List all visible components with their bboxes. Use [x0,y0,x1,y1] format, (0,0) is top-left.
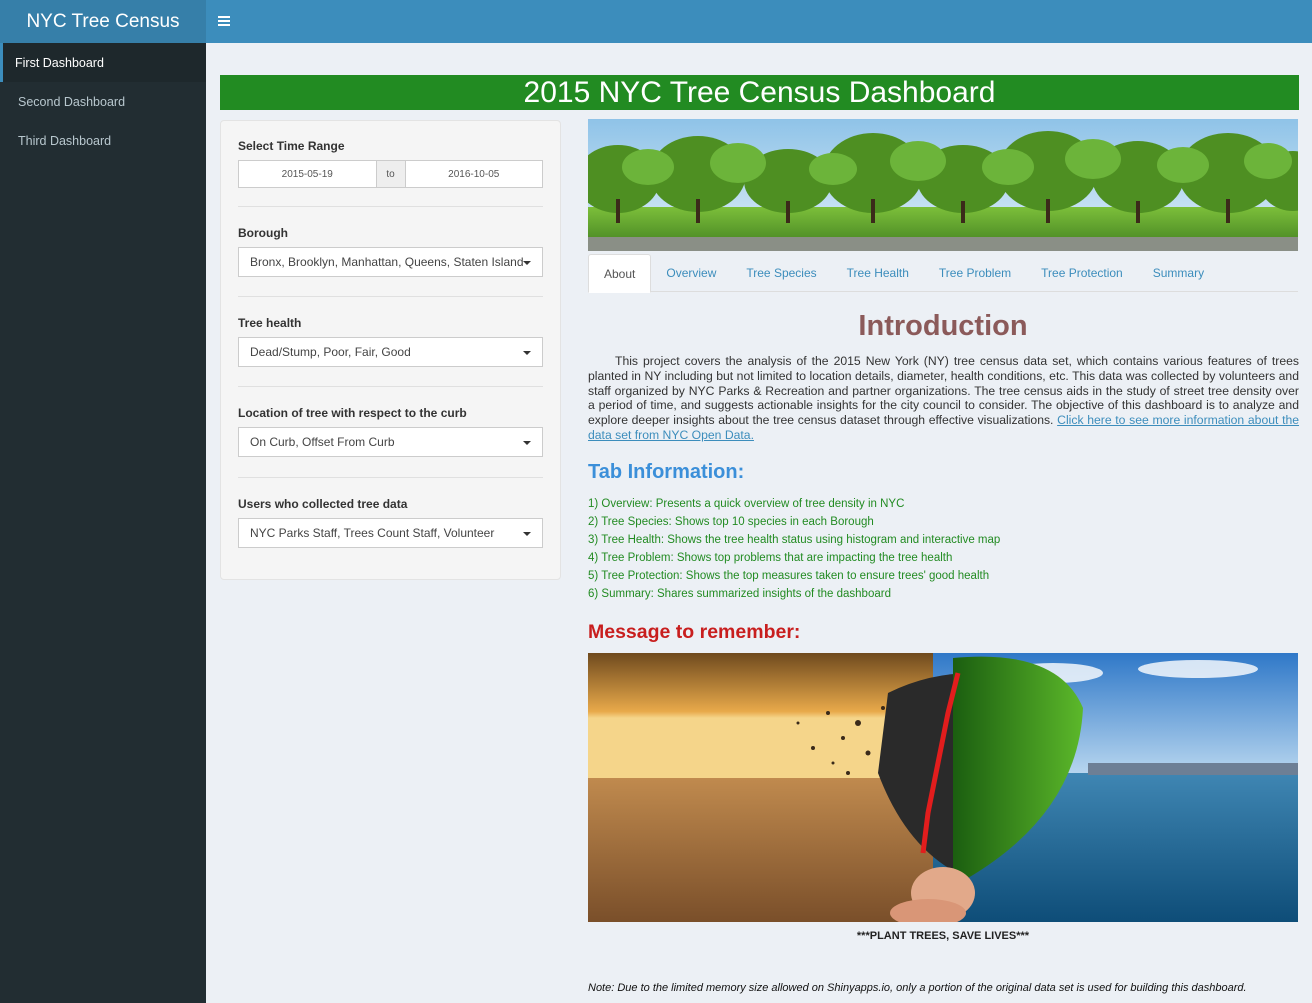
sidebar-item-label: Second Dashboard [18,94,126,109]
borough-select[interactable]: Bronx, Brooklyn, Manhattan, Queens, Stat… [238,247,543,277]
introduction-heading: Introduction [858,310,1028,342]
leaf-environment-image [588,653,1298,922]
date-range-input: 2015-05-19 to 2016-10-05 [238,160,543,188]
date-range-separator: to [375,161,406,187]
leaf-environment-graphic [588,653,1298,922]
list-item: 1) Overview: Presents a quick overview o… [588,498,905,510]
tab-tree-health[interactable]: Tree Health [832,254,924,292]
tab-overview[interactable]: Overview [651,254,731,292]
tab-bar: About Overview Tree Species Tree Health … [588,254,1298,293]
list-item: 3) Tree Health: Shows the tree health st… [588,534,1001,546]
curb-location-select[interactable]: On Curb, Offset From Curb [238,427,543,457]
list-item: 2) Tree Species: Shows top 10 species in… [588,516,874,528]
list-item: 6) Summary: Shares summarized insights o… [588,588,891,600]
data-note: Note: Due to the limited memory size all… [588,982,1247,994]
chevron-down-icon [523,532,531,536]
message-heading: Message to remember: [588,621,801,643]
chevron-down-icon [523,441,531,445]
divider [238,386,543,387]
tab-tree-problem[interactable]: Tree Problem [924,254,1026,292]
sidebar: First Dashboard Second Dashboard Third D… [0,43,206,1003]
end-date-input[interactable]: 2016-10-05 [405,161,542,187]
tab-information-list: 1) Overview: Presents a quick overview o… [588,495,1000,603]
users-select[interactable]: NYC Parks Staff, Trees Count Staff, Volu… [238,518,543,548]
page-title: 2015 NYC Tree Census Dashboard [220,75,1299,110]
list-item: 5) Tree Protection: Shows the top measur… [588,570,990,582]
users-label: Users who collected tree data [238,497,408,511]
curb-location-select-value: On Curb, Offset From Curb [250,435,395,449]
tab-tree-species[interactable]: Tree Species [731,254,831,292]
sidebar-item-label: First Dashboard [15,55,104,70]
trees-banner-image [588,119,1298,251]
introduction-paragraph: This project covers the analysis of the … [588,354,1299,443]
divider [238,477,543,478]
chevron-down-icon [523,261,531,265]
trees-banner-graphic [588,119,1298,251]
chevron-down-icon [523,351,531,355]
time-range-label: Select Time Range [238,139,345,153]
borough-select-value: Bronx, Brooklyn, Manhattan, Queens, Stat… [250,255,524,269]
borough-label: Borough [238,226,288,240]
tree-health-label: Tree health [238,316,302,330]
tree-health-select-value: Dead/Stump, Poor, Fair, Good [250,345,411,359]
sidebar-item-second-dashboard[interactable]: Second Dashboard [0,82,206,121]
tab-summary[interactable]: Summary [1138,254,1219,292]
sidebar-item-third-dashboard[interactable]: Third Dashboard [0,121,206,160]
top-navbar: NYC Tree Census [0,0,1312,43]
hamburger-icon[interactable] [218,12,232,30]
plant-trees-caption: ***PLANT TREES, SAVE LIVES*** [856,930,1030,942]
app-logo[interactable]: NYC Tree Census [0,0,206,43]
sidebar-item-first-dashboard[interactable]: First Dashboard [0,43,206,82]
divider [238,206,543,207]
curb-location-label: Location of tree with respect to the cur… [238,406,467,420]
tree-health-select[interactable]: Dead/Stump, Poor, Fair, Good [238,337,543,367]
sidebar-item-label: Third Dashboard [18,133,112,148]
users-select-value: NYC Parks Staff, Trees Count Staff, Volu… [250,526,495,540]
divider [238,296,543,297]
tab-tree-protection[interactable]: Tree Protection [1026,254,1138,292]
list-item: 4) Tree Problem: Shows top problems that… [588,552,953,564]
tab-about[interactable]: About [588,254,652,293]
start-date-input[interactable]: 2015-05-19 [239,161,376,187]
filter-panel: Select Time Range 2015-05-19 to 2016-10-… [220,120,561,580]
tab-information-heading: Tab Information: [588,461,745,483]
